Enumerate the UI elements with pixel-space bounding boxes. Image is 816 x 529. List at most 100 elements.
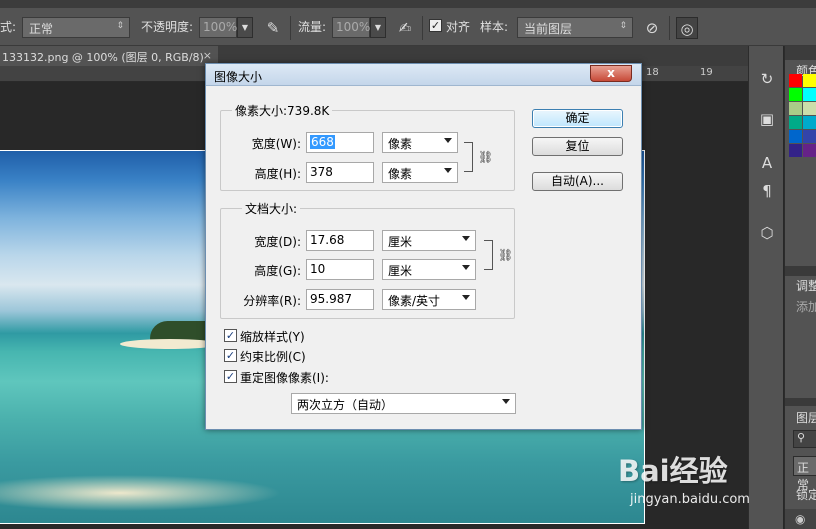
dropdown-arrow-icon: [462, 265, 470, 270]
pixel-dimensions-legend: 像素大小:739.8K: [232, 102, 333, 119]
resolution-label: 分辨率(R):: [243, 294, 301, 308]
separator: [290, 16, 291, 40]
reset-button[interactable]: 复位: [532, 137, 623, 156]
dialog-titlebar[interactable]: 图像大小 x: [206, 64, 641, 86]
adjust-add-label: 添加: [796, 300, 816, 314]
adjust-panel-label[interactable]: 调整: [796, 277, 816, 294]
doc-height-input[interactable]: 10: [306, 259, 374, 280]
panel-divider: [785, 266, 816, 276]
flow-value: 100%: [336, 20, 371, 34]
pressure-size-icon[interactable]: ◎: [676, 17, 698, 39]
scale-styles-checkbox[interactable]: ✓: [224, 329, 237, 342]
resolution-unit-select[interactable]: 像素/英寸: [382, 289, 476, 310]
pressure-opacity-icon[interactable]: ✎: [262, 17, 284, 39]
paragraph-icon[interactable]: ¶: [758, 182, 776, 200]
align-checkbox[interactable]: ✓: [429, 19, 442, 32]
ok-button[interactable]: 确定: [532, 109, 623, 128]
dropdown-arrow-icon: [462, 236, 470, 241]
swatch[interactable]: [789, 130, 802, 143]
3d-box-icon[interactable]: ▣: [758, 110, 776, 128]
pixel-width-unit-select[interactable]: 像素: [382, 132, 458, 153]
constrain-proportions-checkbox[interactable]: ✓: [224, 349, 237, 362]
pixel-height-input[interactable]: 378: [306, 162, 374, 183]
swatch[interactable]: [803, 130, 816, 143]
swatch[interactable]: [789, 74, 802, 87]
resolution-input[interactable]: 95.987: [306, 289, 374, 310]
resample-method-value: 两次立方（自动）: [297, 398, 394, 412]
doc-height-value: 10: [310, 262, 326, 276]
doc-width-label: 宽度(D):: [254, 235, 301, 249]
constrain-proportions-label: 约束比例(C): [240, 350, 306, 364]
close-icon[interactable]: ×: [203, 49, 212, 62]
dropdown-arrow-icon: [444, 138, 452, 143]
watermark-logo: Bai经验: [618, 454, 728, 488]
panel-collapse-bar[interactable]: [785, 46, 816, 60]
link-chain-icon: ⛓: [478, 150, 494, 164]
swatch[interactable]: [789, 116, 802, 129]
swatch[interactable]: [789, 144, 802, 157]
doc-width-value: 17.68: [310, 233, 345, 247]
layers-panel-label[interactable]: 图层: [796, 409, 816, 426]
flow-input[interactable]: 100%: [332, 17, 370, 38]
resample-checkbox[interactable]: ✓: [224, 370, 237, 383]
flow-label: 流量:: [298, 20, 327, 34]
swatch[interactable]: [789, 88, 802, 101]
ruler-tick: 18: [646, 67, 659, 78]
doc-height-unit: 厘米: [388, 264, 413, 278]
menu-bar: [0, 0, 816, 8]
auto-button[interactable]: 自动(A)...: [532, 172, 623, 191]
dropdown-arrow-icon: [462, 295, 470, 300]
opacity-label: 不透明度:: [141, 20, 194, 34]
dialog-title: 图像大小: [214, 70, 263, 84]
lock-label: 锁定: [796, 488, 816, 502]
doc-height-label: 高度(G):: [254, 264, 301, 278]
pixel-height-unit-select[interactable]: 像素: [382, 162, 458, 183]
opacity-input[interactable]: 100%: [199, 17, 237, 38]
swatch[interactable]: [803, 74, 816, 87]
pixel-height-label: 高度(H):: [254, 167, 301, 181]
pixel-width-input[interactable]: 668: [306, 132, 374, 153]
search-icon: ⚲: [797, 431, 806, 444]
sample-value: 当前图层: [524, 22, 573, 36]
dialog-close-button[interactable]: x: [590, 65, 632, 82]
doc-width-input[interactable]: 17.68: [306, 230, 374, 251]
swatch[interactable]: [803, 144, 816, 157]
photoshop-window: 式: 正常 ⇕ 不透明度: 100% ▼ ✎ 流量: 100% ▼ ✍ ✓ 对齐…: [0, 0, 816, 529]
history-icon[interactable]: ↻: [758, 70, 776, 88]
image-size-dialog: 图像大小 x 像素大小:739.8K 宽度(W): 668 像素 高度(H): …: [205, 63, 642, 430]
document-tab-title: 133132.png @ 100% (图层 0, RGB/8): [2, 51, 204, 64]
pixel-height-value: 378: [310, 165, 333, 179]
swatch[interactable]: [789, 102, 802, 115]
document-size-legend: 文档大小:: [242, 200, 301, 217]
opacity-dropdown[interactable]: ▼: [237, 17, 253, 38]
mode-label: 式:: [0, 20, 17, 34]
swatch[interactable]: [803, 116, 816, 129]
resolution-value: 95.987: [310, 292, 352, 306]
dropdown-arrow-icon: [502, 399, 510, 404]
swatch[interactable]: [803, 88, 816, 101]
sample-select[interactable]: 当前图层 ⇕: [517, 17, 633, 38]
mode-select[interactable]: 正常 ⇕: [22, 17, 130, 38]
chevron-updown-icon: ⇕: [619, 21, 627, 31]
watermark-url: jingyan.baidu.com: [630, 492, 750, 507]
flow-dropdown[interactable]: ▼: [370, 17, 386, 38]
resample-method-select[interactable]: 两次立方（自动）: [291, 393, 516, 414]
ruler-tick: 19: [700, 67, 713, 78]
scale-styles-label: 缩放样式(Y): [240, 330, 305, 344]
ignore-adjustment-icon[interactable]: ⊘: [641, 17, 663, 39]
character-icon[interactable]: A: [758, 154, 776, 172]
separator: [422, 16, 423, 40]
chevron-updown-icon: ⇕: [116, 21, 124, 31]
doc-width-unit-select[interactable]: 厘米: [382, 230, 476, 251]
doc-height-unit-select[interactable]: 厘米: [382, 259, 476, 280]
separator: [669, 16, 670, 40]
document-tab[interactable]: 133132.png @ 100% (图层 0, RGB/8) ×: [0, 46, 218, 66]
swatch[interactable]: [803, 102, 816, 115]
constrain-bracket: [464, 142, 473, 172]
resolution-unit: 像素/英寸: [388, 294, 441, 308]
airbrush-icon[interactable]: ✍: [394, 17, 416, 39]
opacity-value: 100%: [203, 20, 238, 34]
dropdown-arrow-icon: [444, 168, 452, 173]
cube-icon[interactable]: ⬡: [758, 224, 776, 242]
pixel-width-label: 宽度(W):: [251, 137, 301, 151]
